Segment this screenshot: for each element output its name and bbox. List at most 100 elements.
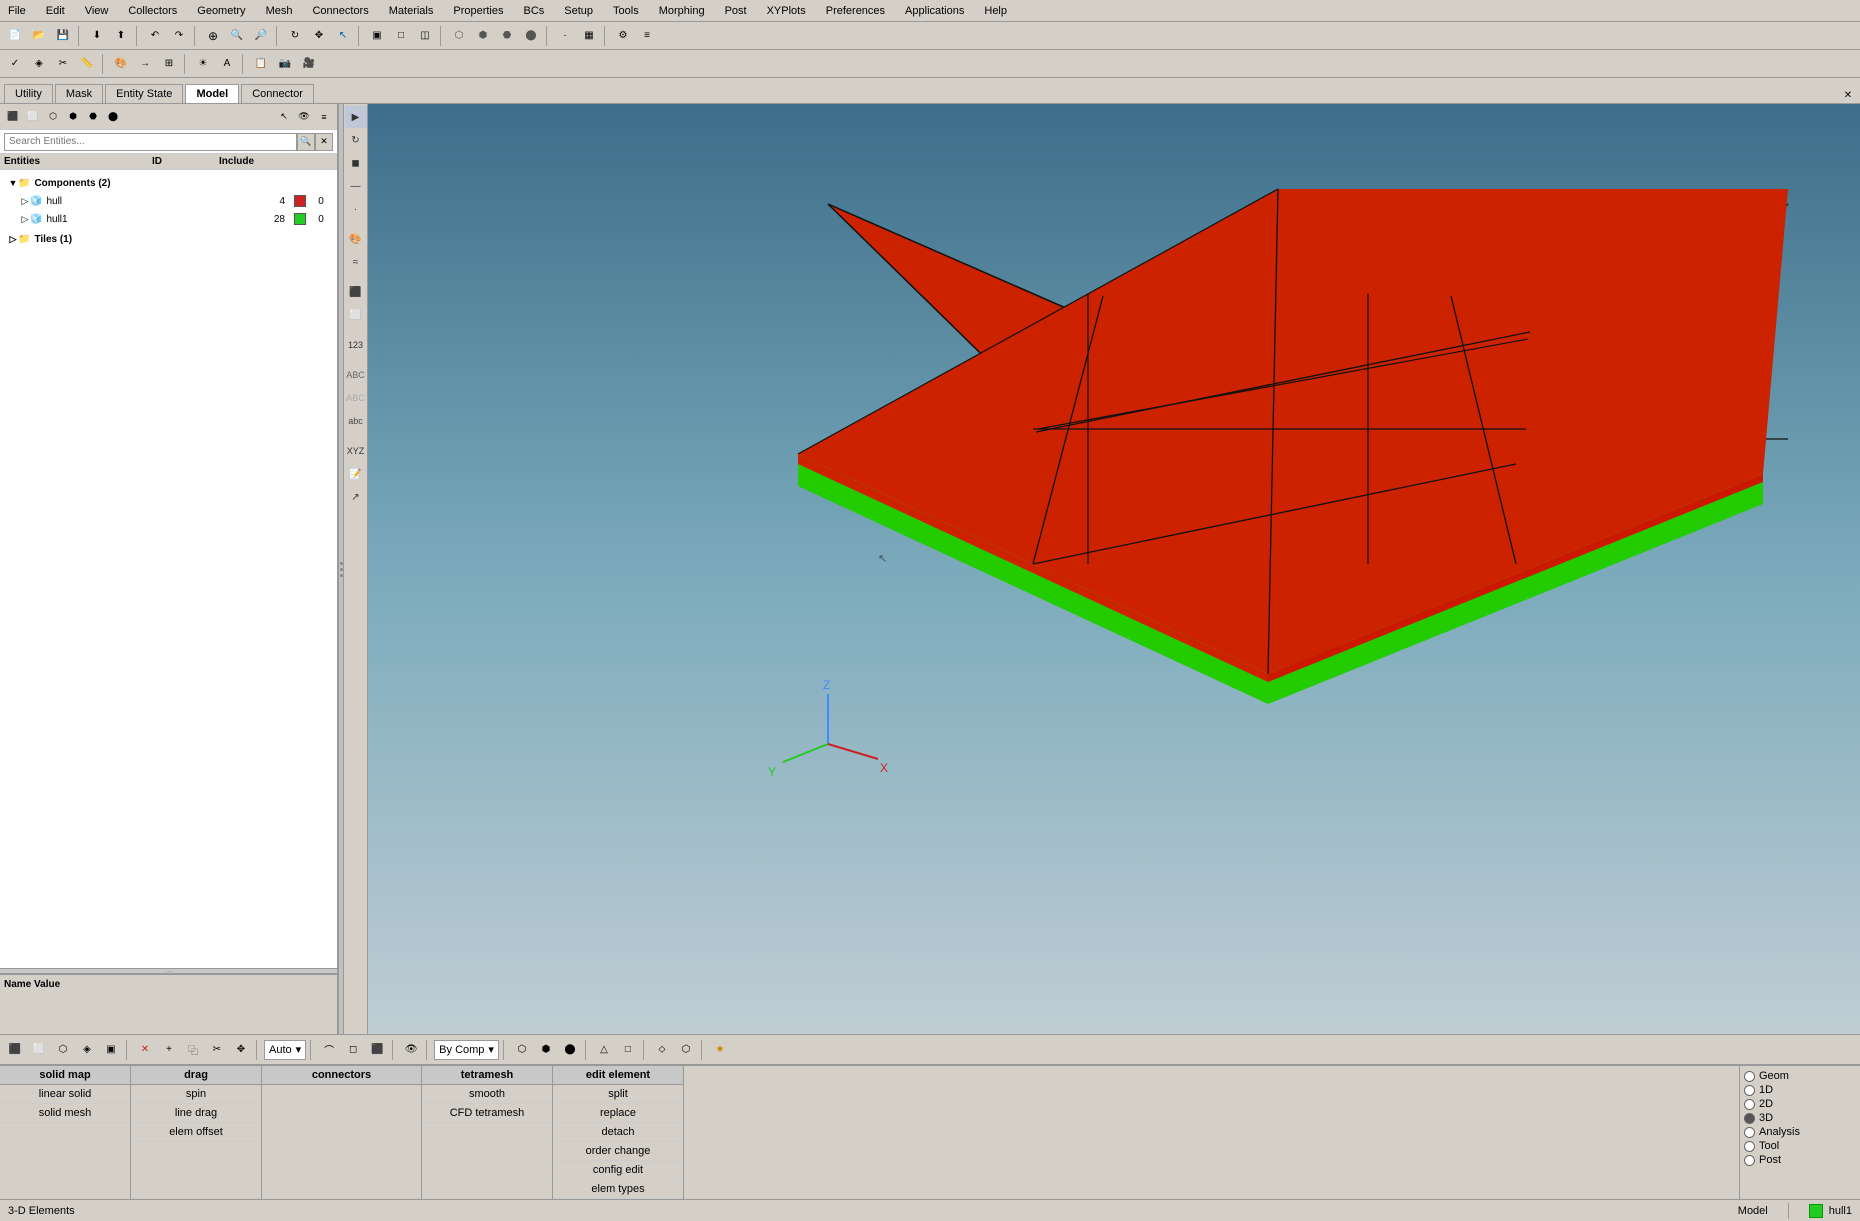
frontv-btn[interactable]: ⬣ xyxy=(496,25,518,47)
smooth-btn[interactable]: smooth xyxy=(422,1085,552,1104)
auto-dropdown[interactable]: Auto ▾ xyxy=(264,1040,306,1060)
measure-btn[interactable]: 📏 xyxy=(76,53,98,75)
expand-hull1[interactable]: ▷ xyxy=(20,214,30,225)
close-panel-btn[interactable]: ✕ xyxy=(1840,87,1856,103)
bycomp-dropdown[interactable]: By Comp ▾ xyxy=(434,1040,499,1060)
tab-mask[interactable]: Mask xyxy=(55,84,103,103)
menu-view[interactable]: View xyxy=(81,3,113,19)
video-btn[interactable]: 🎥 xyxy=(298,53,320,75)
redo-btn[interactable]: ↷ xyxy=(168,25,190,47)
menu-setup[interactable]: Setup xyxy=(560,3,597,19)
section-cut-btn[interactable]: ✂ xyxy=(52,53,74,75)
undo-btn[interactable]: ↶ xyxy=(144,25,166,47)
bt-delete-btn[interactable]: ✕ xyxy=(134,1039,156,1061)
vt-note-btn[interactable]: 📝 xyxy=(345,463,367,485)
menu-connectors[interactable]: Connectors xyxy=(308,3,372,19)
vt-label3-btn[interactable]: abc xyxy=(345,410,367,432)
vt-edge-btn[interactable]: — xyxy=(345,175,367,197)
menu-applications[interactable]: Applications xyxy=(901,3,968,19)
lp-icon3[interactable]: ⬡ xyxy=(44,108,62,126)
tab-connector[interactable]: Connector xyxy=(241,84,314,103)
lp-icon1[interactable]: ⬛ xyxy=(4,108,22,126)
bt-mesh3[interactable]: ⬡ xyxy=(52,1039,74,1061)
tab-entity-state[interactable]: Entity State xyxy=(105,84,183,103)
lp-icon4[interactable]: ⬢ xyxy=(64,108,82,126)
elem-types-btn[interactable]: elem types xyxy=(553,1180,683,1199)
rightv-btn[interactable]: ⬤ xyxy=(520,25,542,47)
radio-3d-btn[interactable] xyxy=(1744,1113,1755,1124)
search-input[interactable] xyxy=(4,133,297,151)
menu-mesh[interactable]: Mesh xyxy=(262,3,297,19)
search-clear-btn[interactable]: ✕ xyxy=(315,133,333,151)
expand-hull[interactable]: ▷ xyxy=(20,196,30,207)
cfd-tetramesh-btn[interactable]: CFD tetramesh xyxy=(422,1104,552,1123)
bt-mesh1[interactable]: ⬛ xyxy=(4,1039,26,1061)
tiles-node[interactable]: ▷ 📁 Tiles (1) xyxy=(4,230,333,248)
light-btn[interactable]: ☀ xyxy=(192,53,214,75)
contour-btn[interactable]: 🎨 xyxy=(110,53,132,75)
vt-select-btn[interactable]: ▶ xyxy=(345,106,367,128)
hull-row[interactable]: ▷ 🧊 hull 4 0 xyxy=(4,192,333,210)
bt-m3[interactable]: ⬤ xyxy=(559,1039,581,1061)
bt-dup-btn[interactable]: ⿻ xyxy=(182,1039,204,1061)
elem-offset-btn[interactable]: elem offset xyxy=(131,1123,261,1142)
lp-layers-btn[interactable]: ≡ xyxy=(315,108,333,126)
expand-components[interactable]: ▼ xyxy=(8,178,18,188)
expand-tiles[interactable]: ▷ xyxy=(8,234,18,245)
order-change-btn[interactable]: order change xyxy=(553,1142,683,1161)
bt-tri-btn[interactable]: △ xyxy=(593,1039,615,1061)
lp-icon5[interactable]: ⬣ xyxy=(84,108,102,126)
vt-rotate-btn[interactable]: ↻ xyxy=(345,129,367,151)
menu-tools[interactable]: Tools xyxy=(609,3,643,19)
mesh-check-btn[interactable]: ✓ xyxy=(4,53,26,75)
menu-bcs[interactable]: BCs xyxy=(520,3,549,19)
bt-move-btn[interactable]: ✥ xyxy=(230,1039,252,1061)
menu-properties[interactable]: Properties xyxy=(449,3,507,19)
config-edit-btn[interactable]: config edit xyxy=(553,1161,683,1180)
menu-collectors[interactable]: Collectors xyxy=(124,3,181,19)
viewport[interactable]: Z Y X ↖ xyxy=(368,104,1860,1034)
bt-star-btn[interactable]: ★ xyxy=(709,1039,731,1061)
lp-icon6[interactable]: ⬤ xyxy=(104,108,122,126)
vt-showall-btn[interactable]: ⬜ xyxy=(345,304,367,326)
menu-edit[interactable]: Edit xyxy=(42,3,69,19)
bt-mesh2[interactable]: ⬜ xyxy=(28,1039,50,1061)
bt-add-btn[interactable]: + xyxy=(158,1039,180,1061)
bt-quad-btn[interactable]: □ xyxy=(617,1039,639,1061)
vt-label2-btn[interactable]: ABC xyxy=(345,387,367,409)
bt-m2[interactable]: ⬢ xyxy=(535,1039,557,1061)
annotation-btn[interactable]: A xyxy=(216,53,238,75)
rotate-btn[interactable]: ↻ xyxy=(284,25,306,47)
bt-m1[interactable]: ⬡ xyxy=(511,1039,533,1061)
radio-analysis-btn[interactable] xyxy=(1744,1127,1755,1138)
bt-surf-btn[interactable]: ◻ xyxy=(342,1039,364,1061)
vt-contour-btn[interactable]: 🎨 xyxy=(345,228,367,250)
zoom-in-btn[interactable]: 🔍 xyxy=(226,25,248,47)
vt-deform-btn[interactable]: ≈ xyxy=(345,251,367,273)
search-button[interactable]: 🔍 xyxy=(297,133,315,151)
tensor-btn[interactable]: ⊞ xyxy=(158,53,180,75)
solid-mesh-btn[interactable]: solid mesh xyxy=(0,1104,130,1123)
report-btn[interactable]: 📋 xyxy=(250,53,272,75)
bt-mesh5[interactable]: ▣ xyxy=(100,1039,122,1061)
hull1-row[interactable]: ▷ 🧊 hull1 28 0 xyxy=(4,210,333,228)
options-btn[interactable]: ≡ xyxy=(636,25,658,47)
detach-btn[interactable]: detach xyxy=(553,1123,683,1142)
bt-mesh4[interactable]: ◈ xyxy=(76,1039,98,1061)
menu-materials[interactable]: Materials xyxy=(385,3,438,19)
menu-help[interactable]: Help xyxy=(980,3,1011,19)
render-btn[interactable]: ▣ xyxy=(366,25,388,47)
new-btn[interactable]: 📄 xyxy=(4,25,26,47)
menu-xyplots[interactable]: XYPlots xyxy=(763,3,810,19)
vt-isolate-btn[interactable]: ⬛ xyxy=(345,281,367,303)
radio-geom-btn[interactable] xyxy=(1744,1071,1755,1082)
vector-btn[interactable]: → xyxy=(134,53,156,75)
bt-curve-btn[interactable]: ⌒ xyxy=(318,1039,340,1061)
isov-btn[interactable]: ⬡ xyxy=(448,25,470,47)
radio-1d-btn[interactable] xyxy=(1744,1085,1755,1096)
vt-xyz-btn[interactable]: XYZ xyxy=(345,440,367,462)
fit-btn[interactable]: ⊕ xyxy=(202,25,224,47)
replace-btn[interactable]: replace xyxy=(553,1104,683,1123)
vt-point-btn[interactable]: · xyxy=(345,198,367,220)
wireframe-btn[interactable]: □ xyxy=(390,25,412,47)
